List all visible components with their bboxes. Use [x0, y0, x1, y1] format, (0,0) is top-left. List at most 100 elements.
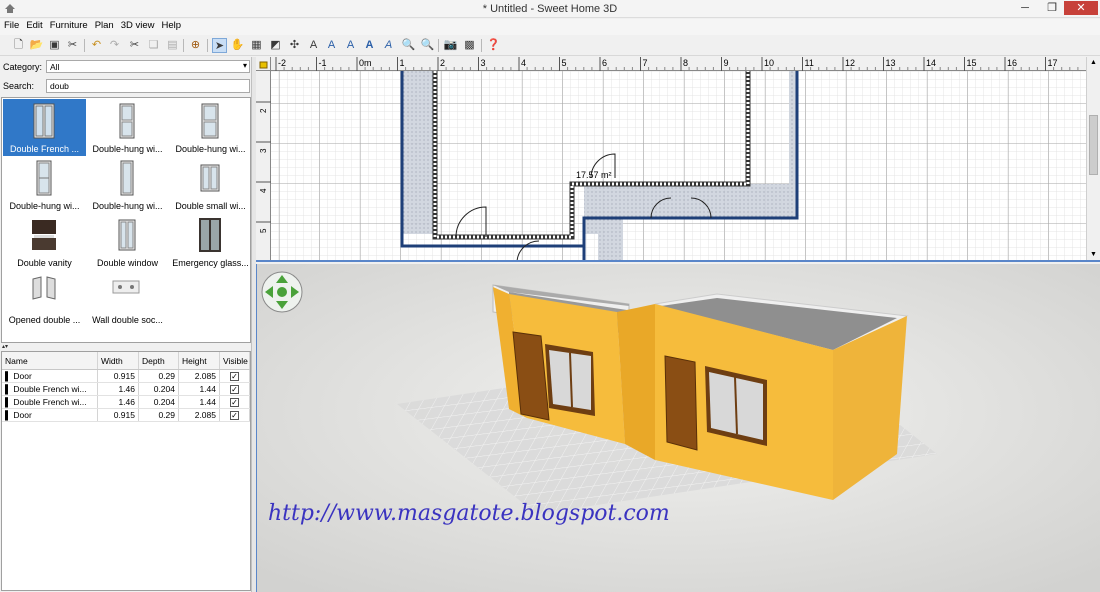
visible-checkbox[interactable]: ✓: [220, 396, 250, 408]
ruler-label: 9: [724, 58, 729, 68]
category-combo[interactable]: All ▾: [46, 60, 250, 73]
menu-plan[interactable]: Plan: [91, 19, 117, 31]
select-icon[interactable]: ➤: [212, 38, 227, 53]
ruler-label: 14: [926, 58, 936, 68]
menu-file[interactable]: File: [0, 19, 22, 31]
ruler-label: 10: [764, 58, 774, 68]
title-bar: * Untitled - Sweet Home 3D ─ ❐ ✕: [0, 0, 1100, 18]
add-furniture-icon[interactable]: ⊕: [188, 38, 203, 53]
row-width: 0.915: [98, 370, 139, 382]
catalog-item-label: Wall double soc...: [92, 315, 163, 325]
plan-scrollbar[interactable]: ▲ ▼: [1086, 57, 1100, 260]
window-icon: [120, 160, 134, 196]
ruler-label: 3: [259, 148, 268, 153]
visible-checkbox[interactable]: ✓: [220, 409, 250, 421]
scroll-thumb[interactable]: [1089, 115, 1098, 175]
chevron-down-icon[interactable]: ▾: [243, 61, 247, 70]
create-dimensions-icon[interactable]: ✣: [287, 38, 302, 53]
door-icon: [32, 276, 56, 300]
window-icon: [118, 219, 136, 251]
catalog-item[interactable]: Double-hung wi...: [86, 99, 169, 156]
search-label: Search:: [3, 81, 35, 91]
menu-furniture[interactable]: Furniture: [46, 19, 91, 31]
zoom-out-icon[interactable]: 🔍: [420, 38, 435, 53]
row-depth: 0.29: [139, 409, 179, 421]
catalog-item[interactable]: Double French ...: [3, 99, 86, 156]
column-width[interactable]: Width: [98, 352, 139, 369]
watermark-url: http://www.masgatote.blogspot.com: [268, 501, 670, 526]
open-icon[interactable]: 📂: [29, 38, 44, 53]
category-label: Category:: [3, 62, 43, 72]
catalog-item[interactable]: Double-hung wi...: [86, 156, 169, 213]
create-video-icon[interactable]: ▩: [462, 38, 477, 53]
cut-icon[interactable]: ✂: [127, 38, 142, 53]
visible-checkbox[interactable]: ✓: [220, 383, 250, 395]
3d-view[interactable]: [256, 264, 1100, 592]
scroll-up-icon[interactable]: ▲: [1090, 59, 1097, 66]
window-title: * Untitled - Sweet Home 3D: [482, 3, 618, 15]
splitter-arrows-icon[interactable]: ▴▾: [0, 344, 254, 350]
navigation-arrows-icon[interactable]: [261, 271, 303, 313]
catalog-item[interactable]: Emergency glass...: [169, 213, 252, 270]
ruler-label: 5: [562, 58, 567, 68]
scroll-down-icon[interactable]: ▼: [1090, 251, 1097, 258]
minimize-button[interactable]: ─: [1013, 1, 1037, 15]
restore-button[interactable]: ❐: [1040, 1, 1064, 15]
text-style-icon[interactable]: A: [362, 38, 377, 53]
text-style-icon[interactable]: A: [381, 38, 396, 53]
catalog-item[interactable]: Double window: [86, 213, 169, 270]
create-photo-icon[interactable]: 📷: [443, 38, 458, 53]
row-depth: 0.204: [139, 396, 179, 408]
close-button[interactable]: ✕: [1064, 1, 1098, 15]
ruler-ticks: 2 3 4 5: [256, 101, 271, 233]
glass-door-icon: [199, 218, 221, 252]
window-icon: [119, 103, 135, 139]
column-height[interactable]: Height: [179, 352, 220, 369]
catalog-item[interactable]: Double vanity: [3, 213, 86, 270]
catalog-item[interactable]: Opened double ...: [3, 270, 86, 327]
catalog-item[interactable]: Wall double soc...: [86, 270, 169, 327]
ruler-label: 4: [259, 188, 268, 193]
column-visible[interactable]: Visible: [220, 352, 250, 369]
french-window-icon: [33, 103, 55, 139]
lock-icon[interactable]: [256, 57, 271, 71]
table-row[interactable]: ▌ Double French wi... 1.46 0.204 1.44 ✓: [2, 383, 250, 396]
menu-edit[interactable]: Edit: [22, 19, 45, 31]
furniture-catalog: Double French ... Double-hung wi... Doub…: [1, 97, 251, 343]
catalog-item-label: Double window: [96, 258, 159, 268]
ruler-label: 1: [400, 58, 405, 68]
column-depth[interactable]: Depth: [139, 352, 179, 369]
search-input[interactable]: doub: [46, 79, 250, 93]
table-row[interactable]: ▌ Door 0.915 0.29 2.085 ✓: [2, 409, 250, 422]
table-row[interactable]: ▌ Double French wi... 1.46 0.204 1.44 ✓: [2, 396, 250, 409]
ruler-label: 8: [683, 58, 688, 68]
preferences-icon[interactable]: ✂: [65, 38, 80, 53]
new-home-icon[interactable]: 🗋: [11, 38, 26, 53]
help-icon[interactable]: ❓: [486, 38, 501, 53]
catalog-item[interactable]: Double-hung wi...: [169, 99, 252, 156]
ruler-label: 16: [1007, 58, 1017, 68]
paste-icon[interactable]: ▤: [165, 38, 180, 53]
menu-3d-view[interactable]: 3D view: [117, 19, 158, 31]
menu-help[interactable]: Help: [158, 19, 185, 31]
visible-checkbox[interactable]: ✓: [220, 370, 250, 382]
catalog-item[interactable]: Double-hung wi...: [3, 156, 86, 213]
zoom-in-icon[interactable]: 🔍: [401, 38, 416, 53]
save-icon[interactable]: ▣: [47, 38, 62, 53]
create-rooms-icon[interactable]: ◩: [268, 38, 283, 53]
pan-icon[interactable]: ✋: [230, 38, 245, 53]
undo-icon[interactable]: ↶: [89, 38, 104, 53]
redo-icon[interactable]: ↷: [107, 38, 122, 53]
ruler-ticks: -2 -1 0m 1 2 3 4 5 6 7 8 9 10 11 12 13 14 15 16 17: [275, 57, 1079, 71]
catalog-item[interactable]: Double small wi...: [169, 156, 252, 213]
copy-icon[interactable]: ❏: [146, 38, 161, 53]
create-walls-icon[interactable]: ▦: [249, 38, 264, 53]
text-style-icon[interactable]: A: [324, 38, 339, 53]
add-text-icon[interactable]: A: [306, 38, 321, 53]
column-name[interactable]: Name: [2, 352, 98, 369]
plan-view[interactable]: 17.57 m² -2 -1 0m 1 2 3 4 5 6 7 8 9 10 11 12 13 14 15 16 17…: [256, 57, 1100, 262]
catalog-item-label: Double-hung wi...: [92, 144, 163, 154]
table-row[interactable]: ▌ Door 0.915 0.29 2.085 ✓: [2, 370, 250, 383]
text-style-icon[interactable]: A: [343, 38, 358, 53]
room-area-label[interactable]: 17.57 m²: [576, 170, 612, 180]
